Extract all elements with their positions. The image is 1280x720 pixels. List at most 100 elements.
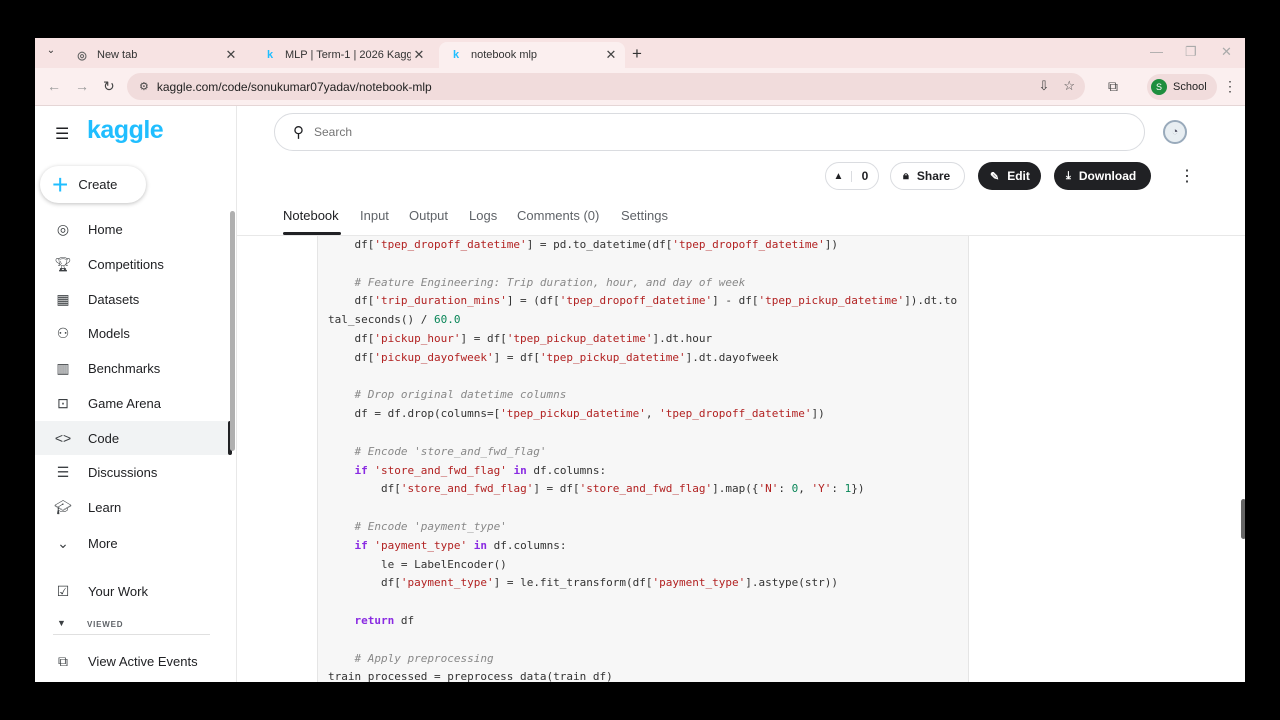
browser-tab-newtab[interactable]: ◎ New tab ✕ (65, 42, 245, 68)
events-icon: ⧉ (58, 652, 68, 669)
search-bar[interactable]: ⚲ (274, 113, 1145, 151)
page-scrollbar[interactable] (1241, 499, 1245, 539)
sidebar-item-label: More (88, 535, 118, 551)
plus-icon: + (52, 168, 69, 200)
new-tab-plus-icon[interactable]: + (632, 44, 642, 64)
tab-title: MLP | Term-1 | 2026 Kaggle Ass (285, 49, 411, 61)
sidebar-item-home[interactable]: ◎ Home (35, 212, 230, 246)
window-close-icon[interactable]: ✕ (1221, 44, 1232, 60)
user-avatar[interactable]: ◔ (1163, 120, 1187, 144)
share-button[interactable]: 🔒︎ Share (890, 162, 965, 190)
extensions-puzzle-icon[interactable]: ⧉ (1108, 78, 1118, 95)
code-line[interactable]: return df (328, 612, 957, 631)
sidebar-item-learn[interactable]: 🎓︎ Learn (35, 490, 230, 524)
code-line[interactable]: train_processed = preprocess_data(train_… (328, 668, 957, 682)
forward-arrow-icon[interactable]: → (75, 78, 89, 94)
code-line[interactable] (328, 368, 957, 387)
compass-icon: ◎ (56, 220, 70, 237)
code-line[interactable]: le = LabelEncoder() (328, 556, 957, 575)
chrome-menu-icon[interactable]: ⋮ (1223, 78, 1237, 95)
upvote-arrow-icon: ▲ (826, 170, 852, 182)
browser-tab-mlp[interactable]: k MLP | Term-1 | 2026 Kaggle Ass ✕ (253, 42, 433, 68)
kaggle-k-icon: k (266, 49, 274, 61)
code-line[interactable]: df['pickup_hour'] = df['tpep_pickup_date… (328, 330, 957, 349)
code-line[interactable] (328, 499, 957, 518)
install-app-icon[interactable]: ⇩ (1038, 78, 1049, 94)
omnibox[interactable]: ⚙ kaggle.com/code/sonukumar07yadav/noteb… (127, 73, 1085, 100)
tab-comments[interactable]: Comments (0) (517, 208, 599, 223)
sidebar-item-code[interactable]: <> Code (35, 421, 232, 455)
code-icon: <> (54, 430, 72, 446)
create-button[interactable]: + Create (40, 166, 146, 203)
sidebar-item-more[interactable]: ⌄ More (35, 526, 230, 560)
url-text[interactable]: kaggle.com/code/sonukumar07yadav/noteboo… (157, 80, 432, 94)
code-line[interactable]: tal_seconds() / 60.0 (328, 311, 957, 330)
kaggle-logo[interactable]: kaggle (87, 116, 164, 145)
more-options-icon[interactable]: ⋮ (1179, 166, 1195, 186)
upvote-button[interactable]: ▲ 0 (825, 162, 879, 190)
sidebar-item-benchmarks[interactable]: ▥ Benchmarks (35, 351, 230, 385)
code-line[interactable] (328, 631, 957, 650)
browser-window: ⌄ ◎ New tab ✕ k MLP | Term-1 | 2026 Kagg… (35, 38, 1245, 682)
edit-button[interactable]: ✎ Edit (978, 162, 1041, 190)
code-cell[interactable]: df['tpep_dropoff_datetime'] = pd.to_date… (317, 236, 969, 682)
tab-notebook[interactable]: Notebook (283, 208, 339, 223)
maximize-icon[interactable]: ❐ (1185, 44, 1197, 60)
code-line[interactable]: df['trip_duration_mins'] = (df['tpep_dro… (328, 292, 957, 311)
sidebar-divider (53, 634, 210, 635)
code-line[interactable]: # Encode 'payment_type' (328, 518, 957, 537)
code-line[interactable]: # Feature Engineering: Trip duration, ho… (328, 274, 957, 293)
sidebar-item-discussions[interactable]: ☰ Discussions (35, 455, 230, 489)
code-line[interactable]: # Encode 'store_and_fwd_flag' (328, 443, 957, 462)
code-line[interactable]: df['tpep_dropoff_datetime'] = pd.to_date… (328, 236, 957, 255)
site-info-icon[interactable]: ⚙ (139, 80, 149, 93)
sidebar-item-game-arena[interactable]: ⊡ Game Arena (35, 386, 230, 420)
hamburger-menu-icon[interactable]: ☰ (55, 124, 69, 144)
tab-title: notebook mlp (471, 49, 538, 61)
caret-down-icon[interactable]: ▼ (57, 618, 66, 628)
sidebar-scrollbar[interactable] (230, 211, 235, 451)
code-line[interactable]: if 'store_and_fwd_flag' in df.columns: (328, 462, 957, 481)
close-icon[interactable]: ✕ (223, 47, 239, 63)
code-line[interactable]: df['store_and_fwd_flag'] = df['store_and… (328, 480, 957, 499)
sidebar-item-models[interactable]: ⚇ Models (35, 316, 230, 350)
reload-icon[interactable]: ↻ (103, 78, 115, 95)
code-line[interactable] (328, 424, 957, 443)
code-line[interactable]: df = df.drop(columns=['tpep_pickup_datet… (328, 405, 957, 424)
code-line[interactable] (328, 593, 957, 612)
download-button[interactable]: ⤓ Download (1054, 162, 1151, 190)
tab-search-chevron-icon[interactable]: ⌄ (43, 45, 59, 61)
sidebar-item-your-work[interactable]: ☑ Your Work (35, 574, 230, 608)
code-editor[interactable]: df['tpep_dropoff_datetime'] = pd.to_date… (328, 236, 957, 682)
profile-name: School (1173, 81, 1207, 93)
sidebar-item-datasets[interactable]: ▦ Datasets (35, 282, 230, 316)
code-line[interactable]: df['pickup_dayofweek'] = df['tpep_pickup… (328, 349, 957, 368)
code-line[interactable]: if 'payment_type' in df.columns: (328, 537, 957, 556)
sidebar-item-label: Game Arena (88, 395, 161, 411)
code-line[interactable]: df['payment_type'] = le.fit_transform(df… (328, 574, 957, 593)
browser-tab-notebook[interactable]: k notebook mlp ✕ (439, 42, 625, 68)
robot-icon: ⊡ (57, 394, 69, 411)
lock-icon: 🔒︎ (903, 169, 909, 182)
sidebar-item-competitions[interactable]: 🏆︎ Competitions (35, 247, 230, 281)
back-arrow-icon[interactable]: ← (47, 78, 61, 94)
code-line[interactable] (328, 255, 957, 274)
minimize-icon[interactable]: — (1150, 44, 1163, 59)
profile-chip[interactable]: S School (1147, 74, 1217, 100)
viewed-section-label[interactable]: VIEWED (87, 620, 123, 629)
tab-input[interactable]: Input (360, 208, 389, 223)
bookmark-star-icon[interactable]: ☆ (1063, 78, 1075, 94)
tab-output[interactable]: Output (409, 208, 448, 223)
close-icon[interactable]: ✕ (411, 47, 427, 63)
vote-count: 0 (861, 169, 869, 183)
sidebar-item-view-active-events[interactable]: ⧉ View Active Events (35, 644, 230, 678)
sidebar-item-label: Datasets (88, 291, 140, 307)
table-icon: ▦ (56, 290, 70, 307)
tab-logs[interactable]: Logs (469, 208, 497, 223)
close-icon[interactable]: ✕ (603, 47, 619, 63)
code-line[interactable]: # Apply preprocessing (328, 650, 957, 669)
bar-chart-icon: ▥ (56, 359, 70, 376)
code-line[interactable]: # Drop original datetime columns (328, 386, 957, 405)
tab-settings[interactable]: Settings (621, 208, 668, 223)
search-input[interactable] (314, 125, 1014, 139)
